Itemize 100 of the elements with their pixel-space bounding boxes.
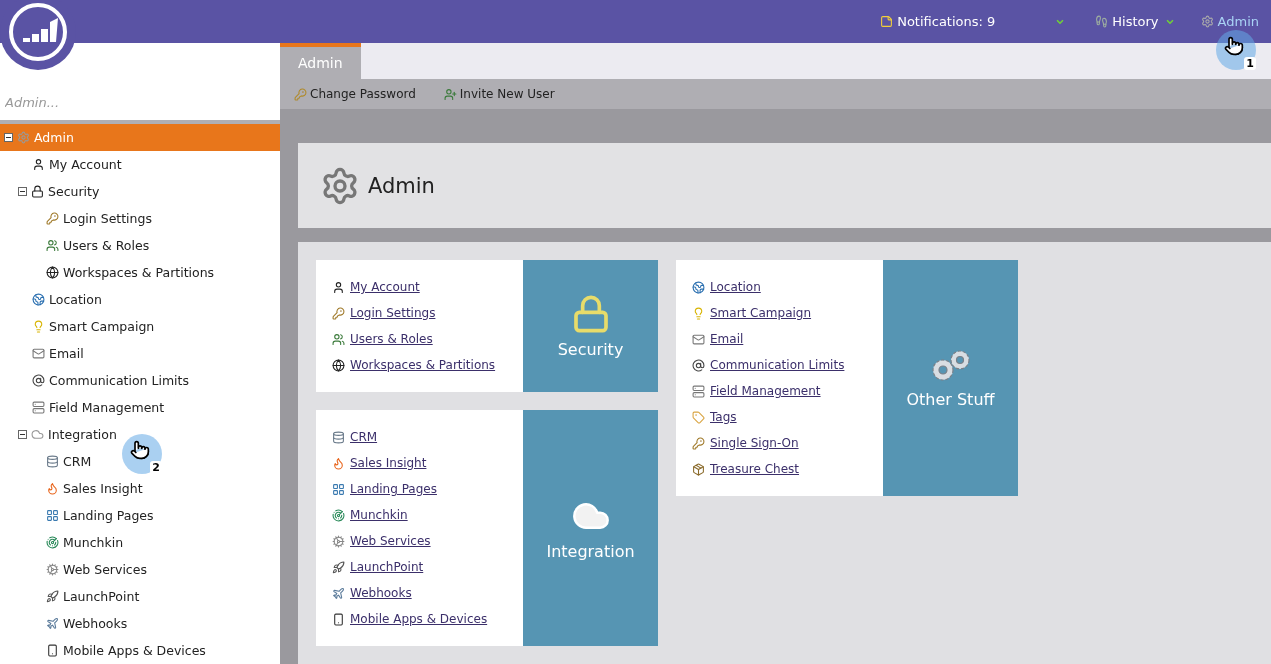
user-plus-icon <box>443 87 457 101</box>
rocket-icon <box>332 560 345 574</box>
hand-pointer-icon <box>130 440 150 460</box>
user-icon <box>32 158 45 171</box>
admin-link[interactable]: Munchkin <box>332 506 523 524</box>
admin-link[interactable]: Treasure Chest <box>692 460 883 478</box>
tree-item[interactable]: CRM <box>0 448 92 475</box>
globe-icon <box>32 293 45 306</box>
airplane-icon <box>332 586 345 600</box>
users-icon <box>332 332 345 346</box>
smartphone-icon <box>46 644 59 657</box>
admin-link[interactable]: Web Services <box>332 532 523 550</box>
gear-icon <box>332 534 345 548</box>
tree-item[interactable]: Users & Roles <box>0 232 150 259</box>
server-icon <box>692 384 705 398</box>
admin-link[interactable]: Sales Insight <box>332 454 523 472</box>
key-icon <box>692 436 705 450</box>
flame-icon <box>332 456 345 470</box>
collapse-icon[interactable] <box>18 430 27 439</box>
tree-item[interactable]: Location <box>0 286 102 313</box>
at-sign-icon <box>692 358 705 372</box>
tree-item[interactable]: Landing Pages <box>0 502 154 529</box>
tree-item[interactable]: Munchkin <box>0 529 124 556</box>
footprints-icon <box>1095 15 1109 28</box>
admin-link[interactable]: Login Settings <box>332 304 523 322</box>
envelope-icon <box>32 347 45 360</box>
tree-item[interactable]: Email <box>0 340 84 367</box>
tile-title: Integration <box>546 541 635 561</box>
globe-icon <box>332 358 345 372</box>
admin-link[interactable]: Mobile Apps & Devices <box>332 610 523 628</box>
server-icon <box>32 401 45 414</box>
admin-link[interactable]: Landing Pages <box>332 480 523 498</box>
lightbulb-icon <box>692 306 705 320</box>
gear-icon <box>320 165 360 206</box>
page-title: Admin <box>368 173 435 198</box>
admin-link[interactable]: Webhooks <box>332 584 523 602</box>
tile-title: Security <box>557 339 624 359</box>
admin-link[interactable]: Location <box>692 278 883 296</box>
key-icon <box>332 306 345 320</box>
tree-item[interactable]: Webhooks <box>0 610 128 637</box>
radar-icon <box>332 508 345 522</box>
user-icon <box>332 280 345 294</box>
collapse-icon[interactable] <box>4 133 13 142</box>
admin-link[interactable]: Tags <box>692 408 883 426</box>
admin-link[interactable]: Communication Limits <box>692 356 883 374</box>
tree-item[interactable]: Login Settings <box>0 205 152 232</box>
settings-icon <box>17 131 30 144</box>
notifications-link[interactable]: Notifications: 9 <box>880 14 996 29</box>
gear-icon <box>46 563 59 576</box>
admin-link[interactable]: LaunchPoint <box>332 558 523 576</box>
tree-item[interactable]: Workspaces & Partitions <box>0 259 215 286</box>
tree-item[interactable]: Smart Campaign <box>0 313 155 340</box>
users-icon <box>46 239 59 252</box>
smartphone-icon <box>332 612 345 626</box>
admin-link[interactable]: Field Management <box>692 382 883 400</box>
globe-icon <box>46 266 59 279</box>
cloud-icon <box>31 428 44 441</box>
grid-icon <box>332 482 345 496</box>
toolbar-button[interactable]: Invite New User <box>443 87 555 102</box>
key-icon <box>294 87 307 101</box>
toolbar-button[interactable]: Change Password <box>294 87 416 102</box>
admin-link[interactable]: Users & Roles <box>332 330 523 348</box>
database-icon <box>46 455 59 468</box>
box-icon <box>692 462 705 476</box>
tree-item[interactable]: Communication Limits <box>0 367 189 394</box>
tree-item[interactable]: LaunchPoint <box>0 583 140 610</box>
radar-icon <box>46 536 59 549</box>
database-icon <box>332 430 345 444</box>
note-icon <box>880 15 894 28</box>
history-link[interactable]: History <box>1095 14 1159 29</box>
tree-item[interactable]: Integration <box>0 421 117 448</box>
globe-icon <box>692 280 705 294</box>
tree-item[interactable]: Web Services <box>0 556 147 583</box>
tree-item[interactable]: Field Management <box>0 394 165 421</box>
lightbulb-icon <box>32 320 45 333</box>
envelope-icon <box>692 332 705 346</box>
tile-title: Other Stuff <box>906 389 995 409</box>
admin-link[interactable]: Workspaces & Partitions <box>332 356 523 374</box>
collapse-icon[interactable] <box>18 187 27 196</box>
tree-item[interactable]: Sales Insight <box>0 475 143 502</box>
rocket-icon <box>46 590 59 603</box>
admin-link[interactable]: My Account <box>332 278 523 296</box>
settings-icon <box>1200 15 1214 28</box>
admin-link[interactable]: Email <box>692 330 883 348</box>
tree-item[interactable]: My Account <box>0 151 122 178</box>
admin-link[interactable]: Admin <box>1200 14 1259 29</box>
step-number: 2 <box>150 461 162 474</box>
grid-icon <box>46 509 59 522</box>
tree-item[interactable]: Security <box>0 178 100 205</box>
key-icon <box>46 212 59 225</box>
hand-pointer-icon <box>1224 36 1244 56</box>
admin-link[interactable]: CRM <box>332 428 523 446</box>
at-sign-icon <box>32 374 45 387</box>
airplane-icon <box>46 617 59 630</box>
tree-item[interactable]: Mobile Apps & Devices <box>0 637 206 664</box>
tag-icon <box>692 410 705 424</box>
admin-link[interactable]: Single Sign-On <box>692 434 883 452</box>
lock-icon <box>31 185 44 198</box>
step-number: 1 <box>1244 57 1256 70</box>
admin-link[interactable]: Smart Campaign <box>692 304 883 322</box>
